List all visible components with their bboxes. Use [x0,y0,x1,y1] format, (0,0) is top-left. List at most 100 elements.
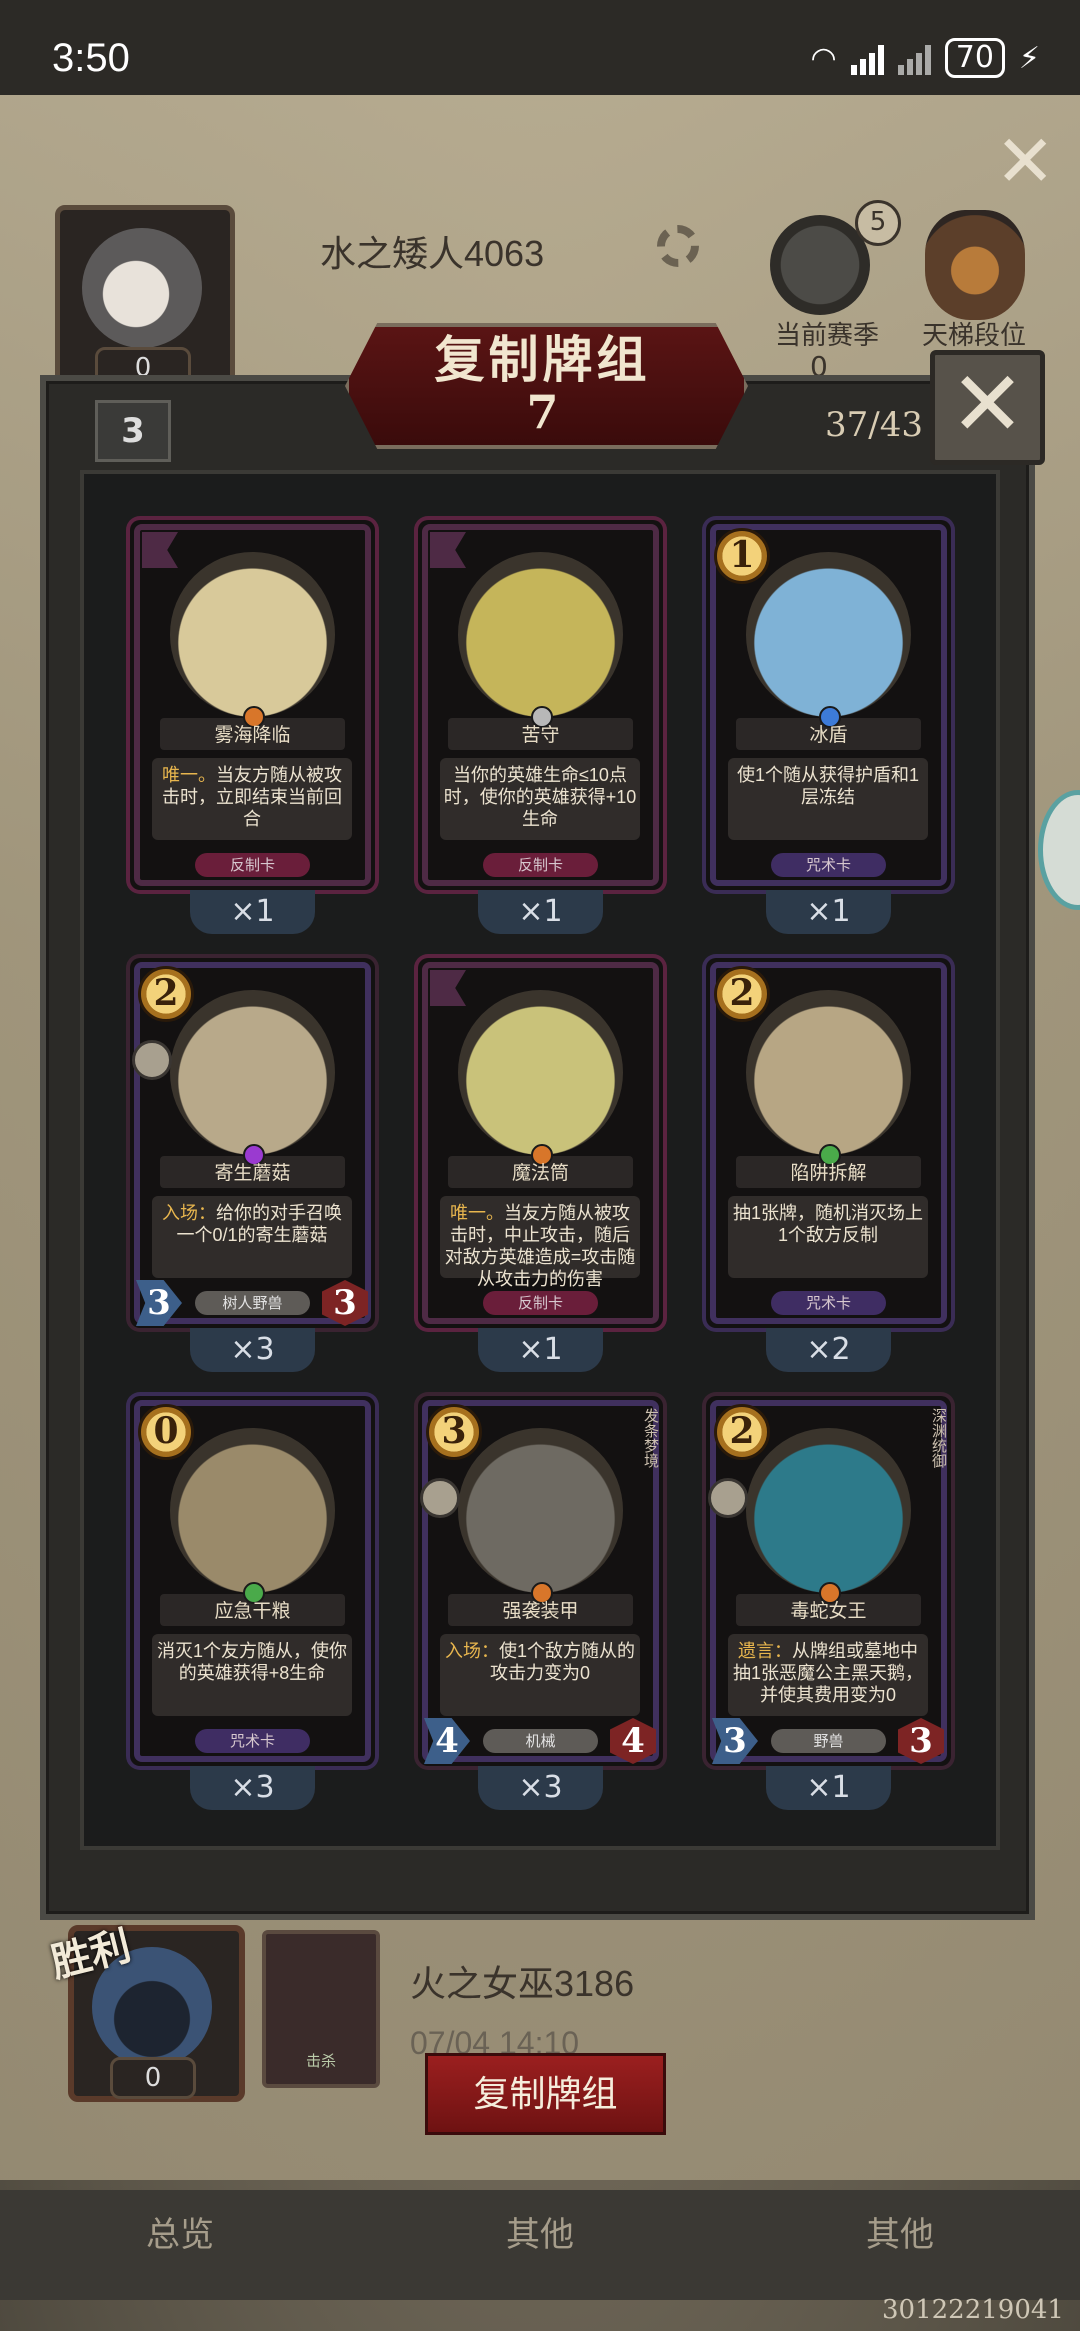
signal-icon [850,41,884,75]
card-desc-text: 使1个敌方随从的攻击力变为0 [489,1641,635,1683]
bottom-nav: 总览 其他 其他 [0,2190,1080,2300]
card-name: 陷阱拆解 [790,1163,867,1184]
card-cost: 2 [138,966,194,1022]
modal-title: 复制牌组 [434,330,651,389]
winner-level: 0 [110,2057,196,2099]
kill-card-label: 击杀 [305,2052,336,2070]
card-quantity: ×1 [766,890,891,934]
nav-tab-overview[interactable]: 总览 [0,2190,360,2300]
card-desc-text: 抽1张牌，随机消灭场上1个敌方反制 [732,1203,923,1245]
status-bar: 3:50 ◠ 70 ⚡ [0,0,1080,95]
card[interactable]: 1 冰盾使1个随从获得护盾和1层冻结咒术卡 [706,520,951,890]
clock: 3:50 [52,36,130,80]
card-name: 应急干粮 [214,1601,291,1622]
wifi-icon: ◠ [810,40,837,76]
card-type: 咒术卡 [771,1291,886,1315]
card-description: 遗言：从牌组或墓地中抽1张恶魔公主黑天鹅，并使其费用变为0 [730,1640,926,1706]
card-art [746,1428,911,1593]
card-quantity: ×2 [766,1328,891,1372]
modal-count: 7 [526,385,559,439]
card-set-tag: 深渊统御 [930,1408,948,1468]
card-art [458,1428,623,1593]
card[interactable]: 2 陷阱拆解抽1张牌，随机消灭场上1个敌方反制咒术卡 [706,958,951,1328]
card-cost: 3 [426,1404,482,1460]
card-type: 反制卡 [483,853,598,877]
faction-icon [420,1478,460,1518]
card-type: 机械 [483,1729,598,1753]
card-description: 入场：给你的对手召唤一个0/1的寄生蘑菇 [154,1202,350,1246]
card-quantity: ×3 [190,1766,315,1810]
card-type: 反制卡 [195,853,310,877]
card-art [170,1428,335,1593]
card-name: 毒蛇女王 [790,1601,867,1622]
card-type: 反制卡 [483,1291,598,1315]
card-art [458,552,623,717]
card[interactable]: 0 应急干粮消灭1个友方随从，使你的英雄获得+8生命咒术卡 [130,1396,375,1766]
card-quantity: ×3 [478,1766,603,1810]
nav-tab-other-1[interactable]: 其他 [360,2190,720,2300]
deck-count: 37/43 [825,405,923,445]
card-desc-text: 当你的英雄生命≤10点时，使你的英雄获得+10生命 [443,765,637,829]
card-name: 冰盾 [809,725,848,746]
card-keyword: 唯一。 [162,765,216,785]
charging-icon: ⚡ [1018,40,1040,76]
card-name: 强袭装甲 [502,1601,579,1622]
card-keyword: 入场： [162,1203,216,1223]
close-icon[interactable]: ✕ [995,125,1055,197]
card[interactable]: 2 寄生蘑菇 入场：给你的对手召唤一个0/1的寄生蘑菇 树人野兽 3 3 [130,958,375,1328]
card-name: 寄生蘑菇 [214,1163,291,1184]
card-quantity: ×1 [478,890,603,934]
modal-close-button[interactable]: ✕ [930,350,1045,465]
card-quantity: ×1 [766,1766,891,1810]
nav-tab-other-2[interactable]: 其他 [720,2190,1080,2300]
card-art [746,990,911,1155]
card-art [746,552,911,717]
avatar-image [82,228,202,348]
copy-deck-button[interactable]: 复制牌组 [425,2053,666,2135]
card-keyword: 入场： [444,1641,499,1661]
card-description: 使1个随从获得护盾和1层冻结 [730,764,926,808]
status-icons: ◠ 70 ⚡ [811,38,1040,78]
card-art [458,990,623,1155]
card-type: 咒术卡 [195,1729,310,1753]
card-name: 苦守 [521,725,560,746]
card-cost: 1 [714,528,770,584]
card[interactable]: 3 发条梦境 强袭装甲 入场：使1个敌方随从的攻击力变为0 机械 4 4 [418,1396,663,1766]
card-quantity: ×1 [190,890,315,934]
battery-indicator: 70 [944,38,1005,78]
ladder-label: 天梯段位 [922,321,1027,351]
card-name: 魔法筒 [511,1163,569,1184]
card-keyword: 唯一。 [450,1203,504,1223]
card[interactable]: 魔法筒唯一。当友方随从被攻击时，中止攻击，随后对敌方英雄造成=攻击随从攻击力的伤… [418,958,663,1328]
card-art [170,552,335,717]
card-type: 咒术卡 [771,853,886,877]
card-description: 唯一。当友方随从被攻击时，立即结束当前回合 [154,764,350,830]
user-id: 30122219041 [882,2295,1064,2325]
card-quantity: ×3 [190,1328,315,1372]
card-cost: 2 [714,966,770,1022]
card-type: 树人野兽 [195,1291,310,1315]
card-description: 唯一。当友方随从被攻击时，中止攻击，随后对敌方英雄造成=攻击随从攻击力的伤害 [442,1202,638,1290]
season-label: 当前赛季 [775,321,880,351]
card-description: 消灭1个友方随从，使你的英雄获得+8生命 [154,1640,350,1684]
card[interactable]: 2 深渊统御毒蛇女王遗言：从牌组或墓地中抽1张恶魔公主黑天鹅，并使其费用变为0 野兽… [706,1396,951,1766]
player-name: 水之矮人4063 [320,233,545,274]
card-desc-text: 消灭1个友方随从，使你的英雄获得+8生命 [156,1641,347,1683]
card-name: 雾海降临 [214,725,291,746]
card-type: 野兽 [771,1729,886,1753]
shield-icon[interactable] [770,215,870,315]
card[interactable]: 雾海降临唯一。当友方随从被攻击时，立即结束当前回合反制卡 [130,520,375,890]
card-quantity: ×1 [478,1328,603,1372]
opponent-name: 火之女巫3186 [410,1963,635,2004]
gear-icon[interactable] [657,225,699,267]
hourglass-icon[interactable] [925,210,1025,320]
card[interactable]: 苦守当你的英雄生命≤10点时，使你的英雄获得+10生命反制卡 [418,520,663,890]
card-cost: 0 [138,1404,194,1460]
card-cost: 2 [714,1404,770,1460]
deck-tag: 3 [95,400,171,462]
card-description: 入场：使1个敌方随从的攻击力变为0 [442,1640,638,1684]
signal-2-icon [897,41,931,75]
card-set-tag: 发条梦境 [642,1408,660,1468]
faction-icon [708,1478,748,1518]
season-badge: 5 [855,200,901,246]
